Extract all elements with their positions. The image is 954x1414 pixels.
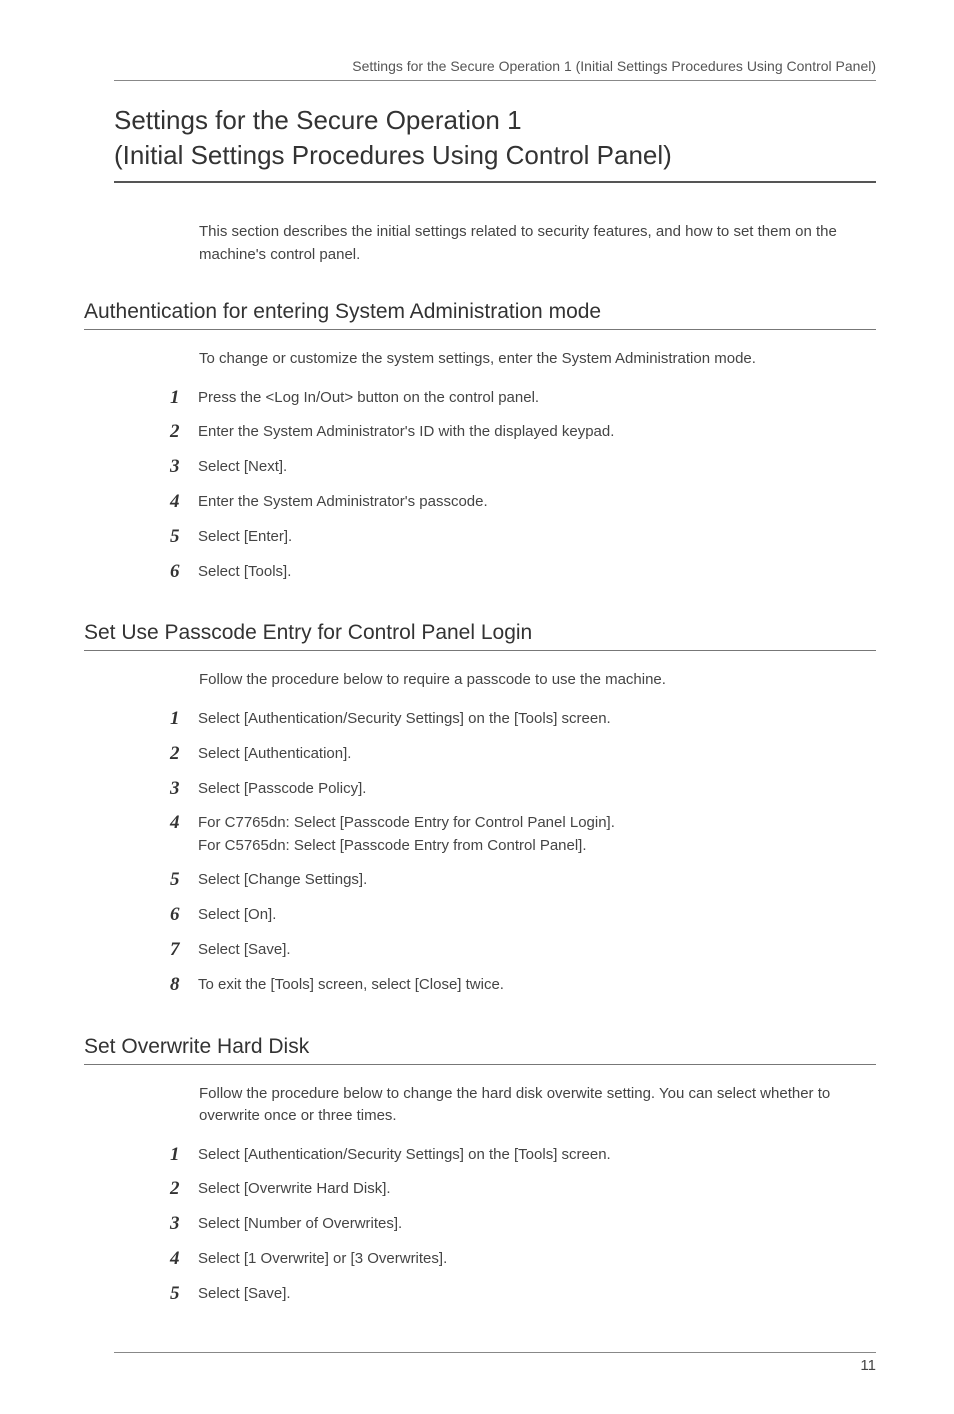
step-text: Select [Enter]. (198, 526, 292, 549)
step: 3Select [Passcode Policy]. (170, 778, 876, 801)
step-text: To exit the [Tools] screen, select [Clos… (198, 974, 504, 997)
step-number: 2 (170, 743, 198, 766)
step-number: 1 (170, 1144, 198, 1167)
step-number: 2 (170, 421, 198, 444)
step-number: 2 (170, 1178, 198, 1201)
title-line-2: (Initial Settings Procedures Using Contr… (114, 140, 672, 170)
page-title-block: Settings for the Secure Operation 1 (Ini… (114, 103, 876, 183)
section-lead: To change or customize the system settin… (199, 348, 876, 371)
step-text: Select [Authentication/Security Settings… (198, 708, 611, 731)
step-number: 4 (170, 812, 198, 835)
step-text: Select [Save]. (198, 1283, 291, 1306)
step-text: Enter the System Administrator's passcod… (198, 491, 488, 514)
section-heading: Authentication for entering System Admin… (84, 300, 876, 330)
step-number: 6 (170, 561, 198, 584)
step: 3Select [Number of Overwrites]. (170, 1213, 876, 1236)
step-number: 3 (170, 1213, 198, 1236)
step-text: Select [Number of Overwrites]. (198, 1213, 402, 1236)
section-heading: Set Use Passcode Entry for Control Panel… (84, 621, 876, 651)
intro-paragraph: This section describes the initial setti… (199, 221, 876, 266)
step-number: 5 (170, 526, 198, 549)
running-header: Settings for the Secure Operation 1 (Ini… (114, 58, 876, 81)
step: 1Select [Authentication/Security Setting… (170, 1144, 876, 1167)
step-number: 3 (170, 778, 198, 801)
step: 6Select [On]. (170, 904, 876, 927)
step: 4Select [1 Overwrite] or [3 Overwrites]. (170, 1248, 876, 1271)
step-text: Enter the System Administrator's ID with… (198, 421, 614, 444)
step: 5Select [Save]. (170, 1283, 876, 1306)
section-auth-admin-mode: Authentication for entering System Admin… (114, 300, 876, 583)
step: 2Select [Overwrite Hard Disk]. (170, 1178, 876, 1201)
step: 5Select [Change Settings]. (170, 869, 876, 892)
step-text: Select [Authentication]. (198, 743, 351, 766)
step-text: Press the <Log In/Out> button on the con… (198, 387, 539, 410)
step-text: Select [Change Settings]. (198, 869, 367, 892)
step-text: Select [Passcode Policy]. (198, 778, 366, 801)
section-overwrite-hard-disk: Set Overwrite Hard Disk Follow the proce… (114, 1035, 876, 1306)
step: 2Enter the System Administrator's ID wit… (170, 421, 876, 444)
page-footer: 11 (114, 1352, 876, 1374)
step-number: 3 (170, 456, 198, 479)
step-number: 5 (170, 869, 198, 892)
step-number: 1 (170, 387, 198, 410)
step-number: 5 (170, 1283, 198, 1306)
step-number: 8 (170, 974, 198, 997)
step: 6Select [Tools]. (170, 561, 876, 584)
step-text: Select [Authentication/Security Settings… (198, 1144, 611, 1167)
page-title: Settings for the Secure Operation 1 (Ini… (114, 103, 876, 173)
step-text: Select [Next]. (198, 456, 287, 479)
step: 1Press the <Log In/Out> button on the co… (170, 387, 876, 410)
section-lead: Follow the procedure below to change the… (199, 1083, 876, 1128)
step: 5Select [Enter]. (170, 526, 876, 549)
step-text: For C7765dn: Select [Passcode Entry for … (198, 812, 615, 857)
section-lead: Follow the procedure below to require a … (199, 669, 876, 692)
step: 7Select [Save]. (170, 939, 876, 962)
step-number: 7 (170, 939, 198, 962)
step: 2Select [Authentication]. (170, 743, 876, 766)
step-text: Select [1 Overwrite] or [3 Overwrites]. (198, 1248, 447, 1271)
title-line-1: Settings for the Secure Operation 1 (114, 105, 522, 135)
step: 4For C7765dn: Select [Passcode Entry for… (170, 812, 876, 857)
step-number: 6 (170, 904, 198, 927)
page-number: 11 (860, 1357, 876, 1374)
step: 1Select [Authentication/Security Setting… (170, 708, 876, 731)
step-text: Select [Save]. (198, 939, 291, 962)
section-heading: Set Overwrite Hard Disk (84, 1035, 876, 1065)
step-text: Select [Tools]. (198, 561, 291, 584)
step: 4Enter the System Administrator's passco… (170, 491, 876, 514)
step: 8To exit the [Tools] screen, select [Clo… (170, 974, 876, 997)
step: 3Select [Next]. (170, 456, 876, 479)
section-passcode-entry: Set Use Passcode Entry for Control Panel… (114, 621, 876, 996)
step-number: 1 (170, 708, 198, 731)
step-number: 4 (170, 1248, 198, 1271)
step-number: 4 (170, 491, 198, 514)
step-text: Select [Overwrite Hard Disk]. (198, 1178, 391, 1201)
step-text: Select [On]. (198, 904, 276, 927)
